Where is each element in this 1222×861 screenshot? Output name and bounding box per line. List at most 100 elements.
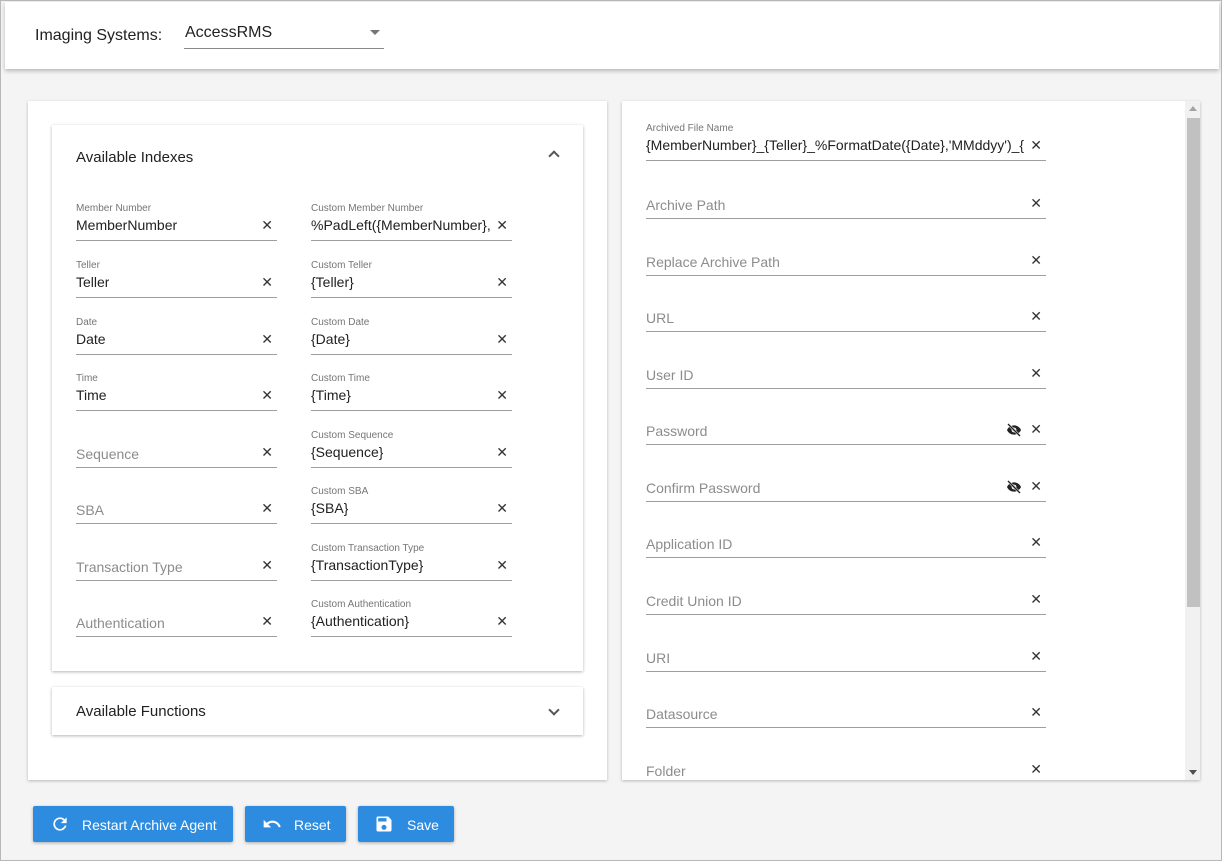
indexes-card: Available Indexes Member Number MemberNu…	[28, 101, 607, 780]
archive-path-field[interactable]: Archive Path ✕	[646, 183, 1046, 219]
date-field[interactable]: Date Date ✕	[76, 317, 277, 355]
clear-icon[interactable]: ✕	[496, 332, 508, 346]
time-field[interactable]: Time Time ✕	[76, 373, 277, 411]
clear-icon[interactable]: ✕	[1030, 705, 1042, 719]
clear-icon[interactable]: ✕	[1030, 253, 1042, 267]
clear-icon[interactable]: ✕	[496, 501, 508, 515]
custom-teller-field[interactable]: Custom Teller {Teller} ✕	[311, 260, 512, 298]
user-id-field[interactable]: User ID ✕	[646, 353, 1046, 389]
clear-icon[interactable]: ✕	[1030, 196, 1042, 210]
clear-icon[interactable]: ✕	[496, 614, 508, 628]
custom-sba-label: Custom SBA	[311, 486, 369, 497]
clear-icon[interactable]: ✕	[496, 218, 508, 232]
clear-icon[interactable]: ✕	[496, 558, 508, 572]
clear-icon[interactable]: ✕	[1030, 535, 1042, 549]
folder-field[interactable]: Folder ✕	[646, 749, 1046, 780]
clear-icon[interactable]: ✕	[1030, 138, 1042, 152]
eye-off-icon[interactable]	[1004, 422, 1024, 438]
custom-date-label: Custom Date	[311, 317, 370, 328]
restart-archive-agent-button[interactable]: Restart Archive Agent	[33, 806, 233, 842]
custom-transaction-type-field[interactable]: Custom Transaction Type {TransactionType…	[311, 543, 512, 581]
custom-teller-value: {Teller}	[311, 274, 354, 290]
vertical-scrollbar[interactable]	[1185, 101, 1200, 780]
custom-authentication-field[interactable]: Custom Authentication {Authentication} ✕	[311, 599, 512, 637]
sequence-placeholder: Sequence	[76, 446, 140, 462]
replace-archive-path-field[interactable]: Replace Archive Path ✕	[646, 240, 1046, 276]
password-placeholder: Password	[646, 423, 708, 439]
custom-authentication-value: {Authentication}	[311, 613, 410, 629]
available-indexes-title[interactable]: Available Indexes	[76, 149, 193, 166]
archived-file-name-value: {MemberNumber}_{Teller}_%FormatDate({Dat…	[646, 137, 1024, 153]
imaging-systems-select[interactable]: AccessRMS	[184, 16, 384, 49]
custom-transaction-type-value: {TransactionType}	[311, 557, 424, 573]
custom-date-field[interactable]: Custom Date {Date} ✕	[311, 317, 512, 355]
authentication-field[interactable]: Authentication ✕	[76, 601, 277, 637]
custom-teller-label: Custom Teller	[311, 260, 372, 271]
url-field[interactable]: URL ✕	[646, 296, 1046, 332]
custom-member-number-field[interactable]: Custom Member Number %PadLeft({MemberNum…	[311, 203, 512, 241]
scrollbar-thumb[interactable]	[1187, 118, 1200, 607]
custom-time-value: {Time}	[311, 387, 351, 403]
clear-icon[interactable]: ✕	[261, 275, 273, 289]
restart-archive-agent-label: Restart Archive Agent	[82, 817, 217, 833]
sequence-field[interactable]: Sequence ✕	[76, 432, 277, 468]
clear-icon[interactable]: ✕	[496, 275, 508, 289]
credit-union-id-placeholder: Credit Union ID	[646, 593, 742, 609]
custom-time-field[interactable]: Custom Time {Time} ✕	[311, 373, 512, 411]
clear-icon[interactable]: ✕	[261, 614, 273, 628]
url-placeholder: URL	[646, 310, 675, 326]
password-field[interactable]: Password ✕	[646, 409, 1046, 445]
clear-icon[interactable]: ✕	[261, 218, 273, 232]
transaction-type-field[interactable]: Transaction Type ✕	[76, 545, 277, 581]
reset-button[interactable]: Reset	[245, 806, 346, 842]
sba-field[interactable]: SBA ✕	[76, 488, 277, 524]
confirm-password-field[interactable]: Confirm Password ✕	[646, 466, 1046, 502]
teller-field[interactable]: Teller Teller ✕	[76, 260, 277, 298]
clear-icon[interactable]: ✕	[1030, 309, 1042, 323]
custom-member-number-label: Custom Member Number	[311, 203, 424, 214]
application-id-placeholder: Application ID	[646, 536, 733, 552]
scroll-down-arrow-icon[interactable]	[1189, 770, 1197, 775]
clear-icon[interactable]: ✕	[261, 558, 273, 572]
clear-icon[interactable]: ✕	[496, 388, 508, 402]
clear-icon[interactable]: ✕	[496, 445, 508, 459]
save-button[interactable]: Save	[358, 806, 454, 842]
imaging-systems-value: AccessRMS	[185, 24, 273, 41]
top-bar: Imaging Systems: AccessRMS	[5, 2, 1219, 69]
clear-icon[interactable]: ✕	[261, 388, 273, 402]
datasource-field[interactable]: Datasource ✕	[646, 692, 1046, 728]
time-label: Time	[76, 373, 98, 384]
save-label: Save	[407, 817, 439, 833]
clear-icon[interactable]: ✕	[1030, 479, 1042, 493]
scroll-up-arrow-icon[interactable]	[1189, 106, 1197, 111]
clear-icon[interactable]: ✕	[261, 501, 273, 515]
member-number-field[interactable]: Member Number MemberNumber ✕	[76, 203, 277, 241]
clear-icon[interactable]: ✕	[1030, 649, 1042, 663]
date-value: Date	[76, 331, 106, 347]
credit-union-id-field[interactable]: Credit Union ID ✕	[646, 579, 1046, 615]
clear-icon[interactable]: ✕	[1030, 762, 1042, 776]
custom-sba-field[interactable]: Custom SBA {SBA} ✕	[311, 486, 512, 524]
custom-sequence-field[interactable]: Custom Sequence {Sequence} ✕	[311, 430, 512, 468]
clear-icon[interactable]: ✕	[261, 445, 273, 459]
archived-file-name-field[interactable]: Archived File Name {MemberNumber}_{Telle…	[646, 123, 1046, 161]
clear-icon[interactable]: ✕	[1030, 422, 1042, 436]
chevron-down-icon[interactable]	[548, 704, 560, 716]
clear-icon[interactable]: ✕	[1030, 592, 1042, 606]
application-id-field[interactable]: Application ID ✕	[646, 522, 1046, 558]
available-functions-title[interactable]: Available Functions	[76, 703, 206, 720]
user-id-placeholder: User ID	[646, 367, 694, 383]
uri-placeholder: URI	[646, 650, 671, 666]
uri-field[interactable]: URI ✕	[646, 636, 1046, 672]
chevron-up-icon[interactable]	[548, 150, 560, 162]
clear-icon[interactable]: ✕	[1030, 366, 1042, 380]
custom-sequence-value: {Sequence}	[311, 444, 384, 460]
available-functions-panel[interactable]: Available Functions	[52, 687, 583, 735]
available-indexes-panel: Available Indexes Member Number MemberNu…	[52, 125, 583, 671]
save-disk-icon	[376, 816, 392, 832]
eye-off-icon[interactable]	[1004, 479, 1024, 495]
folder-placeholder: Folder	[646, 763, 686, 779]
undo-icon	[263, 819, 281, 828]
clear-icon[interactable]: ✕	[261, 332, 273, 346]
custom-member-number-value: %PadLeft({MemberNumber},	[311, 217, 491, 233]
